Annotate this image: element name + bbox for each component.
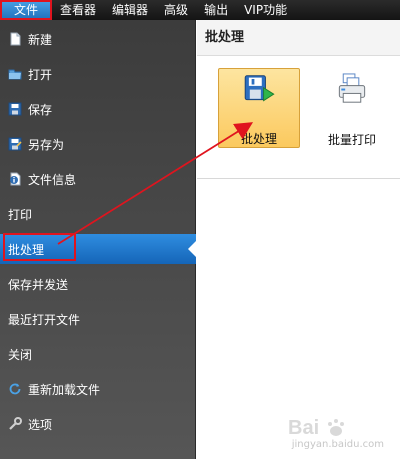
save-icon: [8, 102, 22, 116]
menu-editor[interactable]: 编辑器: [104, 0, 156, 20]
menu-file[interactable]: 文件: [0, 0, 53, 20]
options-icon: [9, 417, 22, 430]
menu-viewer[interactable]: 查看器: [52, 0, 104, 20]
sidebar-item-label: 选项: [28, 417, 53, 432]
new-file-icon: [10, 32, 21, 46]
sidebar-item-save-and-send[interactable]: 保存并发送: [0, 269, 196, 299]
sidebar-item-new[interactable]: 新建: [0, 24, 196, 54]
page-title: 批处理: [197, 20, 400, 56]
sidebar-item-label: 最近打开文件: [8, 312, 81, 327]
sidebar-item-label: 打开: [28, 67, 53, 82]
menu-advanced[interactable]: 高级: [156, 0, 196, 20]
sidebar-item-label: 重新加载文件: [28, 382, 101, 397]
batch-print-button[interactable]: 批量打印: [311, 68, 393, 148]
backstage-content: 批处理 批处理 批量打印: [197, 20, 400, 459]
sidebar-item-label: 新建: [28, 32, 53, 47]
sidebar-item-print[interactable]: 打印: [0, 199, 196, 229]
batch-process-button[interactable]: 批处理: [218, 68, 300, 148]
tile-label: 批量打印: [327, 133, 376, 147]
batch-process-icon: [244, 75, 275, 102]
batch-actions: 批处理 批量打印: [197, 57, 400, 179]
sidebar-item-recent-files[interactable]: 最近打开文件: [0, 304, 196, 334]
sidebar-item-reload[interactable]: 重新加载文件: [0, 374, 196, 404]
menu-vip[interactable]: VIP功能: [236, 0, 295, 20]
backstage-sidebar: 新建 打开 保存 另存为 文件信息 打印 批处理 保存并发送 最近打开文件 关闭…: [0, 20, 196, 459]
sidebar-item-close[interactable]: 关闭: [0, 339, 196, 369]
sidebar-item-label: 打印: [8, 207, 33, 222]
sidebar-item-label: 保存: [28, 102, 53, 117]
sidebar-item-options[interactable]: 选项: [0, 409, 196, 439]
sidebar-item-batch[interactable]: 批处理: [0, 234, 196, 264]
sidebar-item-file-info[interactable]: 文件信息: [0, 164, 196, 194]
menubar: 文件 查看器 编辑器 高级 输出 VIP功能: [0, 0, 400, 20]
sidebar-item-open[interactable]: 打开: [0, 59, 196, 89]
sidebar-item-label: 文件信息: [28, 172, 77, 187]
file-info-icon: [10, 172, 21, 186]
sidebar-item-save-as[interactable]: 另存为: [0, 129, 196, 159]
batch-print-icon: [338, 73, 366, 103]
save-as-icon: [8, 137, 22, 151]
open-folder-icon: [8, 69, 22, 80]
tile-label: 批处理: [240, 132, 277, 146]
sidebar-item-label: 关闭: [8, 347, 33, 362]
sidebar-item-label: 另存为: [28, 137, 65, 152]
sidebar-item-save[interactable]: 保存: [0, 94, 196, 124]
sidebar-item-label: 保存并发送: [8, 277, 69, 292]
sidebar-item-label: 批处理: [8, 242, 45, 257]
menu-output[interactable]: 输出: [196, 0, 236, 20]
reload-icon: [9, 383, 21, 395]
